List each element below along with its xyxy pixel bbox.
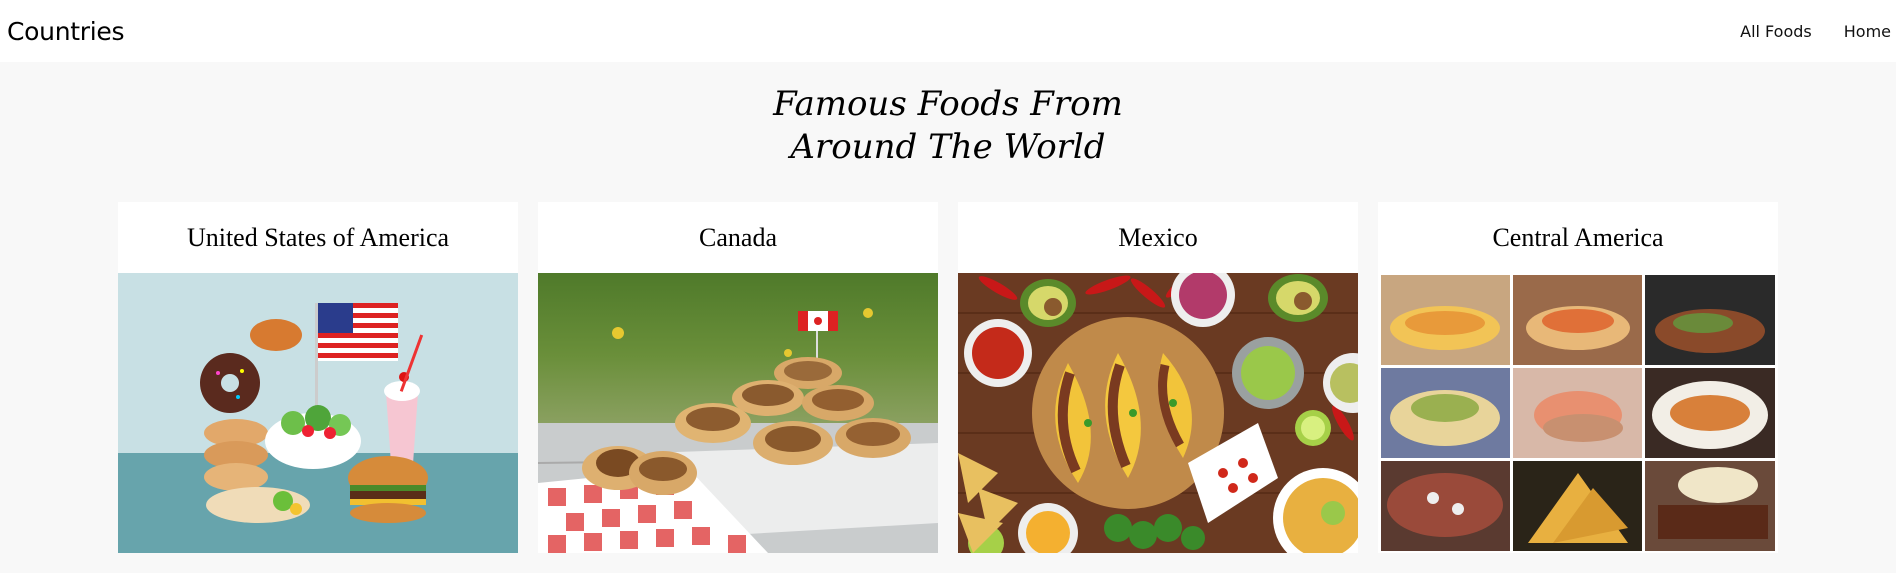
card-central-america[interactable]: Central America bbox=[1378, 202, 1778, 553]
top-navbar: Countries All Foods Home bbox=[0, 0, 1896, 62]
nav-all-foods-link[interactable]: All Foods bbox=[1740, 22, 1812, 41]
page-title-line-2: Around The World bbox=[790, 127, 1106, 167]
central-america-collage-image[interactable] bbox=[1378, 273, 1778, 553]
card-canada[interactable]: Canada bbox=[538, 202, 938, 553]
canada-butter-tarts-image[interactable] bbox=[538, 273, 938, 553]
card-title: United States of America bbox=[186, 222, 450, 252]
usa-foods-image[interactable] bbox=[118, 273, 518, 553]
brand-title[interactable]: Countries bbox=[7, 17, 124, 46]
country-cards: United States of America Canada Mexico C… bbox=[118, 202, 1778, 553]
card-usa[interactable]: United States of America bbox=[118, 202, 518, 553]
card-title: Canada bbox=[699, 222, 777, 252]
page-title-line-1: Famous Foods From bbox=[773, 84, 1123, 124]
mexico-tacos-image[interactable] bbox=[958, 273, 1358, 553]
nav-home-link[interactable]: Home bbox=[1844, 22, 1891, 41]
card-title: Central America bbox=[1492, 222, 1664, 252]
card-mexico[interactable]: Mexico bbox=[958, 202, 1358, 553]
nav-links: All Foods Home bbox=[1740, 22, 1891, 41]
page-title: Famous Foods From Around The World bbox=[0, 83, 1896, 169]
hero: Famous Foods From Around The World bbox=[0, 62, 1896, 169]
card-title: Mexico bbox=[1118, 222, 1198, 252]
